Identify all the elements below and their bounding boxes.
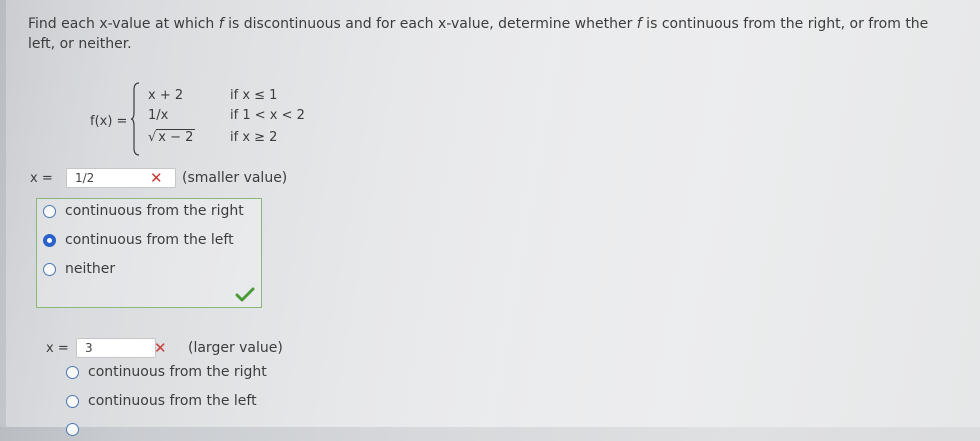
- x-label: x =: [30, 171, 53, 186]
- option-continuous-left-2[interactable]: continuous from the left: [66, 393, 306, 413]
- larger-value-note: (larger value): [188, 340, 283, 356]
- case-expr-1: x + 2: [148, 88, 184, 103]
- option-partial-3[interactable]: [66, 421, 106, 441]
- option-label: continuous from the right: [65, 203, 244, 219]
- function-name: f(x) =: [90, 114, 128, 129]
- option-label: continuous from the right: [88, 364, 267, 380]
- option-label: neither: [65, 261, 116, 277]
- radio-button[interactable]: [43, 263, 56, 276]
- x-label: x =: [46, 341, 69, 356]
- option-label: continuous from the left: [88, 393, 257, 409]
- incorrect-x-icon: ✕: [154, 339, 167, 357]
- part1-choices: continuous from the right continuous fro…: [36, 198, 262, 308]
- correct-check-icon: [235, 287, 255, 302]
- option-continuous-left-1[interactable]: continuous from the left: [43, 232, 253, 252]
- question-part: is discontinuous and for each x-value, d…: [223, 16, 637, 32]
- radio-button[interactable]: [66, 366, 79, 379]
- case-cond-1: if x ≤ 1: [230, 88, 278, 103]
- question-text: Find each x-value at which f is disconti…: [28, 14, 958, 54]
- radio-button[interactable]: [66, 395, 79, 408]
- case-cond-2: if 1 < x < 2: [230, 108, 305, 123]
- option-neither-1[interactable]: neither: [43, 261, 253, 281]
- case-expr-3: √ x − 2: [148, 129, 196, 145]
- option-continuous-right-1[interactable]: continuous from the right: [43, 203, 253, 223]
- option-continuous-right-2[interactable]: continuous from the right: [66, 364, 306, 384]
- x-input-2[interactable]: [76, 338, 156, 358]
- smaller-value-note: (smaller value): [182, 170, 288, 186]
- radio-button-selected[interactable]: [43, 234, 56, 247]
- radicand: x − 2: [156, 129, 196, 145]
- piecewise-function: f(x) = x + 2 if x ≤ 1 1/x if 1 < x < 2 √…: [90, 80, 350, 158]
- part1-row: x = ✕ (smaller value): [30, 168, 330, 192]
- left-brace-icon: [130, 82, 140, 156]
- incorrect-x-icon: ✕: [150, 169, 163, 187]
- radio-button[interactable]: [66, 423, 79, 436]
- part2-row: x = ✕ (larger value): [46, 338, 346, 362]
- option-label: continuous from the left: [65, 232, 234, 248]
- case-expr-2: 1/x: [148, 108, 169, 123]
- case-cond-3: if x ≥ 2: [230, 130, 278, 145]
- question-part: Find each x-value at which: [28, 16, 219, 32]
- radio-button[interactable]: [43, 205, 56, 218]
